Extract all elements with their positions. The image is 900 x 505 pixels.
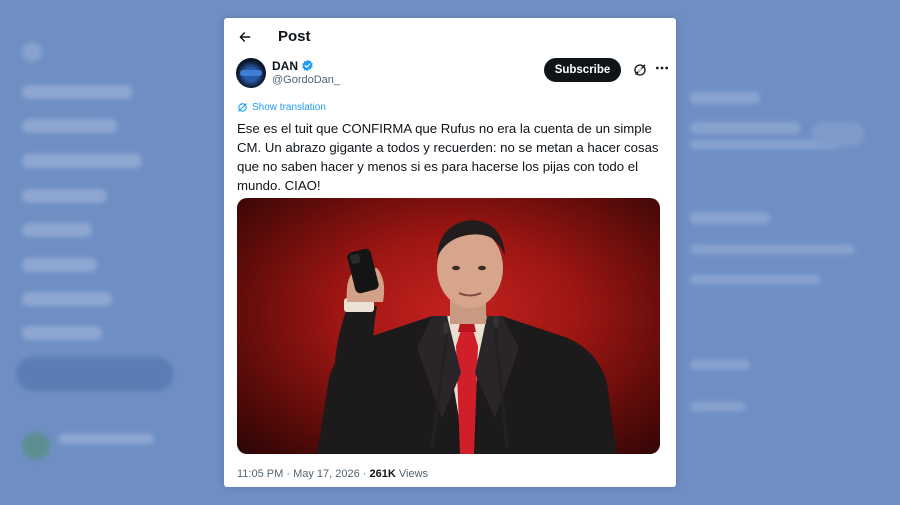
post-image[interactable]	[237, 198, 660, 454]
subscribe-button[interactable]: Subscribe	[544, 58, 621, 82]
background-avatar	[22, 432, 50, 460]
show-translation-label: Show translation	[252, 101, 326, 113]
background-right-line	[690, 360, 750, 369]
background-nav-item	[22, 223, 92, 237]
background-nav-item	[22, 189, 107, 203]
page-title: Post	[278, 28, 311, 45]
avatar[interactable]	[236, 58, 266, 88]
background-right-line	[690, 275, 820, 284]
meta-separator: ·	[286, 468, 291, 480]
meta-separator: ·	[362, 468, 367, 480]
background-right-line	[690, 122, 800, 134]
views-label: Views	[398, 468, 429, 480]
back-arrow-icon	[239, 32, 251, 42]
grok-icon[interactable]	[632, 62, 648, 78]
views-count: 261K	[369, 468, 396, 480]
background-account-line	[58, 434, 154, 444]
author-handle[interactable]: @GordoDan_	[272, 74, 340, 86]
background-nav-item	[22, 292, 112, 306]
background-nav-item	[22, 154, 142, 168]
author-row: DAN @GordoDan_ Subscribe	[236, 58, 668, 92]
back-button[interactable]	[234, 26, 256, 48]
post-date[interactable]: May 17, 2026	[293, 468, 360, 480]
post-header: Post	[224, 18, 676, 56]
post-meta: 11:05 PM · May 17, 2026 · 261K Views	[237, 468, 428, 480]
background-post-button	[16, 357, 174, 391]
author-name[interactable]: DAN	[272, 59, 298, 73]
verified-badge-icon	[302, 59, 313, 72]
background-right-line	[690, 92, 760, 104]
post-image-illustration	[317, 220, 617, 454]
background-right-pill	[812, 122, 864, 146]
post-card: Post DAN @GordoDan_ Subscribe Show trans…	[224, 18, 676, 487]
show-translation-link[interactable]: Show translation	[237, 100, 326, 114]
background-logo	[22, 42, 42, 62]
background-nav-item	[22, 326, 102, 340]
translate-icon	[238, 102, 247, 112]
background-right-line	[690, 245, 855, 254]
background-nav-item	[22, 85, 132, 99]
background-right-line	[690, 402, 745, 411]
background-nav-item	[22, 258, 97, 272]
post-time[interactable]: 11:05 PM	[237, 468, 283, 480]
post-text: Ese es el tuit que CONFIRMA que Rufus no…	[237, 121, 659, 193]
more-icon[interactable]	[654, 60, 670, 76]
background-right-line	[690, 212, 770, 224]
background-nav-item	[22, 119, 117, 133]
